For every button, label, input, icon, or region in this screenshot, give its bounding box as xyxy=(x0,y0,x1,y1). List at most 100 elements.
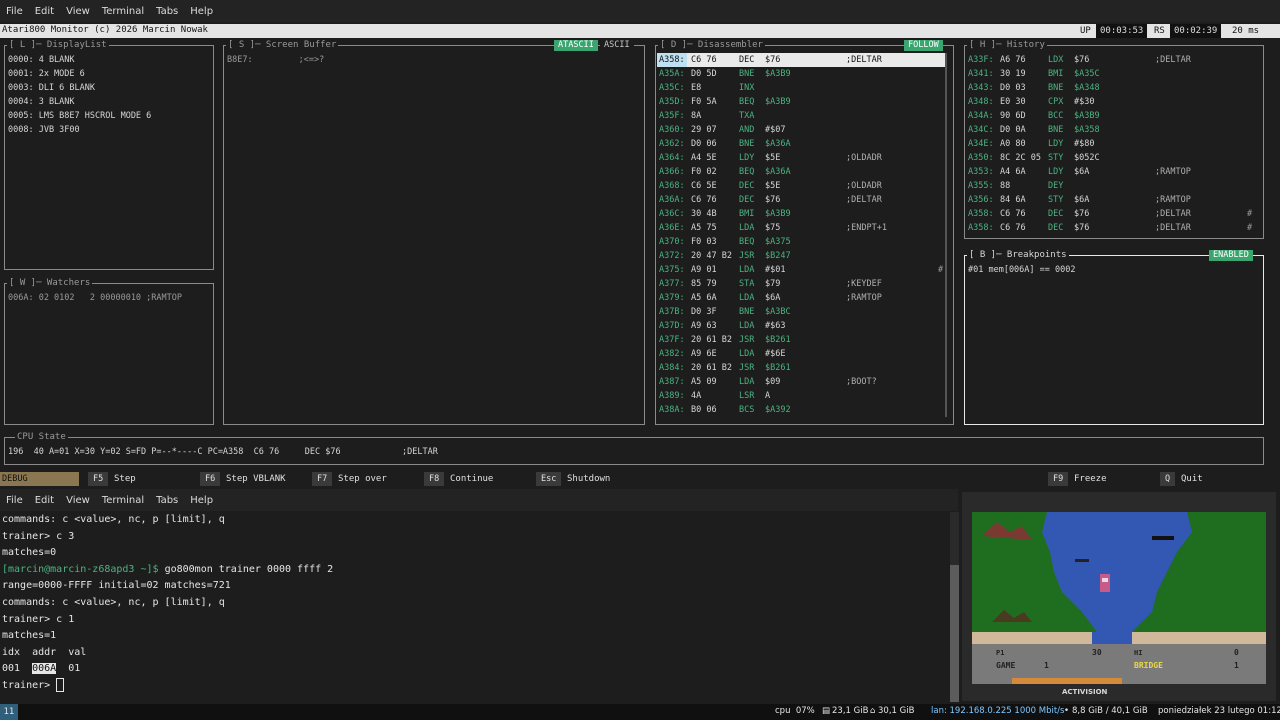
step-label[interactable]: Step xyxy=(114,472,136,486)
menu-tabs[interactable]: Tabs xyxy=(150,6,184,17)
terminal-menu-edit[interactable]: Edit xyxy=(29,495,60,506)
history-comment: ;DELTAR xyxy=(1155,55,1191,65)
disasm-row[interactable]: A387: A5 09 LDA $09 ;BOOT? xyxy=(657,375,947,389)
history-row[interactable]: A343: D0 03 BNE $A348 xyxy=(966,81,1256,95)
workspace-indicator[interactable]: 11 xyxy=(0,704,18,720)
terminal-menu-file[interactable]: File xyxy=(0,495,29,506)
disasm-address: A36E: xyxy=(659,223,685,233)
disasm-row[interactable]: A35A: D0 5D BNE $A3B9 xyxy=(657,67,947,81)
step-vblank-label[interactable]: Step VBLANK xyxy=(226,472,286,486)
disasm-row[interactable]: A36A: C6 76 DEC $76 ;DELTAR xyxy=(657,193,947,207)
disasm-operand: $B247 xyxy=(765,251,791,261)
continue-label[interactable]: Continue xyxy=(450,472,493,486)
disasm-row[interactable]: A368: C6 5E DEC $5E ;OLDADR xyxy=(657,179,947,193)
history-address: A358: xyxy=(968,223,994,233)
disasm-row[interactable]: A370: F0 03 BEQ $A375 xyxy=(657,235,947,249)
result-addr[interactable]: 006A xyxy=(32,663,57,675)
history-marker: # xyxy=(1247,209,1253,219)
terminal-menu-terminal[interactable]: Terminal xyxy=(96,495,150,506)
shutdown-label[interactable]: Shutdown xyxy=(567,472,610,486)
disasm-mnemonic: LDA xyxy=(739,321,755,331)
menu-file[interactable]: File xyxy=(0,6,29,17)
terminal-output[interactable]: commands: c <value>, nc, p [limit], q tr… xyxy=(0,512,950,702)
history-address: A353: xyxy=(968,167,994,177)
key-f7[interactable]: F7 xyxy=(312,472,333,486)
disasm-row[interactable]: A35D: F0 5A BEQ $A3B9 xyxy=(657,95,947,109)
tab-ascii[interactable]: ASCII xyxy=(600,40,634,51)
quit-label[interactable]: Quit xyxy=(1181,472,1203,486)
game-screen: P1 30 HI 0 GAME 1 BRIDGE 1 ACTIVISION xyxy=(972,512,1266,696)
terminal-scrollbar-thumb[interactable] xyxy=(950,565,959,702)
terminal-input-line[interactable]: trainer> xyxy=(2,678,65,695)
history-row[interactable]: A34E: A0 80 LDY #$80 xyxy=(966,137,1256,151)
menu-terminal[interactable]: Terminal xyxy=(96,6,150,17)
disasm-row[interactable]: A37B: D0 3F BNE $A3BC xyxy=(657,305,947,319)
screen-buffer-panel: [ S ]─ Screen Buffer ATASCII ASCII B8E7:… xyxy=(223,40,645,425)
history-row[interactable]: A341: 30 19 BMI $A35C xyxy=(966,67,1256,81)
history-bytes: C6 76 xyxy=(1000,223,1026,233)
key-f8[interactable]: F8 xyxy=(424,472,445,486)
disasm-bytes: C6 76 xyxy=(691,195,717,205)
key-f9[interactable]: F9 xyxy=(1048,472,1069,486)
key-f6[interactable]: F6 xyxy=(200,472,221,486)
menu-help[interactable]: Help xyxy=(184,6,219,17)
history-row[interactable]: A355: 88 DEY xyxy=(966,179,1256,193)
key-q[interactable]: Q xyxy=(1160,472,1176,486)
history-bytes: A4 6A xyxy=(1000,167,1026,177)
terminal-menu-view[interactable]: View xyxy=(60,495,96,506)
history-bytes: 88 xyxy=(1000,181,1011,191)
disasm-row[interactable]: A379: A5 6A LDA $6A ;RAMTOP xyxy=(657,291,947,305)
step-over-label[interactable]: Step over xyxy=(338,472,387,486)
game-number: 1 xyxy=(1044,661,1049,670)
hi-label: HI xyxy=(1134,649,1142,657)
disasm-row[interactable]: A372: 20 47 B2 JSR $B247 xyxy=(657,249,947,263)
disasm-row[interactable]: A37D: A9 63 LDA #$63 xyxy=(657,319,947,333)
disassembler-scrollbar[interactable] xyxy=(945,53,947,417)
history-row[interactable]: A348: E0 30 CPX #$30 xyxy=(966,95,1256,109)
history-address: A33F: xyxy=(968,55,994,65)
disk-usage: 8,8 GiB / 40,1 GiB xyxy=(1072,706,1148,716)
disasm-row[interactable]: A36E: A5 75 LDA $75 ;ENDPT+1 xyxy=(657,221,947,235)
emulator-window[interactable]: P1 30 HI 0 GAME 1 BRIDGE 1 ACTIVISION xyxy=(962,492,1276,701)
history-row[interactable]: A356: 84 6A STY $6A ;RAMTOP xyxy=(966,193,1256,207)
history-operand: $6A xyxy=(1074,167,1090,177)
disasm-bytes: D0 06 xyxy=(691,139,717,149)
terminal-menu-tabs[interactable]: Tabs xyxy=(150,495,184,506)
history-address: A34C: xyxy=(968,125,994,135)
disasm-mnemonic: JSR xyxy=(739,335,755,345)
menu-view[interactable]: View xyxy=(60,6,96,17)
disasm-row[interactable]: A36C: 30 4B BMI $A3B9 xyxy=(657,207,947,221)
disasm-row[interactable]: A384: 20 61 B2 JSR $B261 xyxy=(657,361,947,375)
breakpoint-entry[interactable]: #01 mem[006A] == 0002 xyxy=(968,263,1075,277)
history-row[interactable]: A353: A4 6A LDY $6A ;RAMTOP xyxy=(966,165,1256,179)
monitor-title-bar: Atari800 Monitor (c) 2026 Marcin Nowak U… xyxy=(0,24,1280,38)
disasm-row[interactable]: A362: D0 06 BNE $A36A xyxy=(657,137,947,151)
history-row[interactable]: A358: C6 76 DEC $76 ;DELTAR # xyxy=(966,207,1256,221)
history-row[interactable]: A358: C6 76 DEC $76 ;DELTAR # xyxy=(966,221,1256,235)
history-row[interactable]: A33F: A6 76 LDX $76 ;DELTAR xyxy=(966,53,1256,67)
key-esc[interactable]: Esc xyxy=(536,472,562,486)
breakpoints-enabled-badge[interactable]: ENABLED xyxy=(1209,250,1253,261)
history-row[interactable]: A34C: D0 0A BNE $A358 xyxy=(966,123,1256,137)
disasm-row[interactable]: A375: A9 01 LDA #$01 # xyxy=(657,263,947,277)
disasm-row[interactable]: A377: 85 79 STA $79 ;KEYDEF xyxy=(657,277,947,291)
disasm-row[interactable]: A38A: B0 06 BCS $A392 xyxy=(657,403,947,417)
disasm-row[interactable]: A389: 4A LSR A xyxy=(657,389,947,403)
disasm-row[interactable]: A35F: 8A TXA xyxy=(657,109,947,123)
disasm-row[interactable]: A364: A4 5E LDY $5E ;OLDADR xyxy=(657,151,947,165)
disasm-row[interactable]: A382: A9 6E LDA #$6E xyxy=(657,347,947,361)
terminal-menu-help[interactable]: Help xyxy=(184,495,219,506)
disasm-row[interactable]: A358: C6 76 DEC $76 ;DELTAR xyxy=(657,53,947,67)
history-row[interactable]: A350: 8C 2C 05 STY $052C xyxy=(966,151,1256,165)
follow-toggle[interactable]: FOLLOW xyxy=(904,40,943,51)
tab-atascii[interactable]: ATASCII xyxy=(554,40,598,51)
disasm-row[interactable]: A37F: 20 61 B2 JSR $B261 xyxy=(657,333,947,347)
disasm-row[interactable]: A35C: E8 INX xyxy=(657,81,947,95)
freeze-label[interactable]: Freeze xyxy=(1074,472,1107,486)
memory-total: 30,1 GiB xyxy=(878,706,915,716)
menu-edit[interactable]: Edit xyxy=(29,6,60,17)
key-f5[interactable]: F5 xyxy=(88,472,109,486)
disasm-row[interactable]: A360: 29 07 AND #$07 xyxy=(657,123,947,137)
disasm-row[interactable]: A366: F0 02 BEQ $A36A xyxy=(657,165,947,179)
history-row[interactable]: A34A: 90 6D BCC $A3B9 xyxy=(966,109,1256,123)
